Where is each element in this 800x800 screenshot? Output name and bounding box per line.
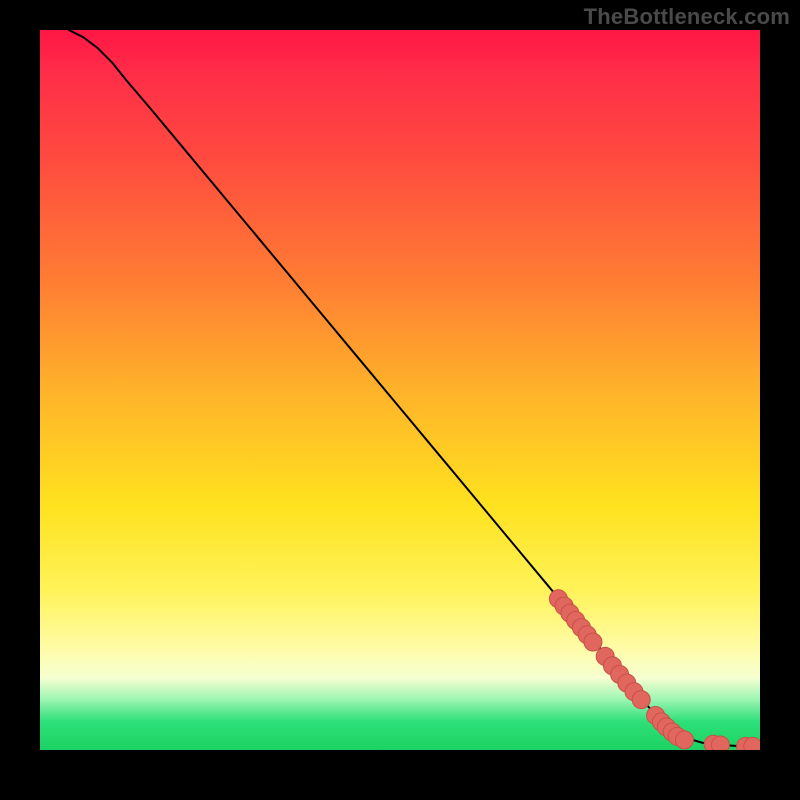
data-markers — [549, 590, 760, 750]
data-marker — [711, 736, 729, 750]
chart-frame: TheBottleneck.com — [0, 0, 800, 800]
plot-area — [40, 30, 760, 750]
data-marker — [675, 731, 693, 749]
data-marker — [632, 691, 650, 709]
data-curve — [69, 30, 760, 746]
chart-svg — [40, 30, 760, 750]
data-marker — [584, 633, 602, 651]
attribution-text: TheBottleneck.com — [584, 4, 790, 30]
